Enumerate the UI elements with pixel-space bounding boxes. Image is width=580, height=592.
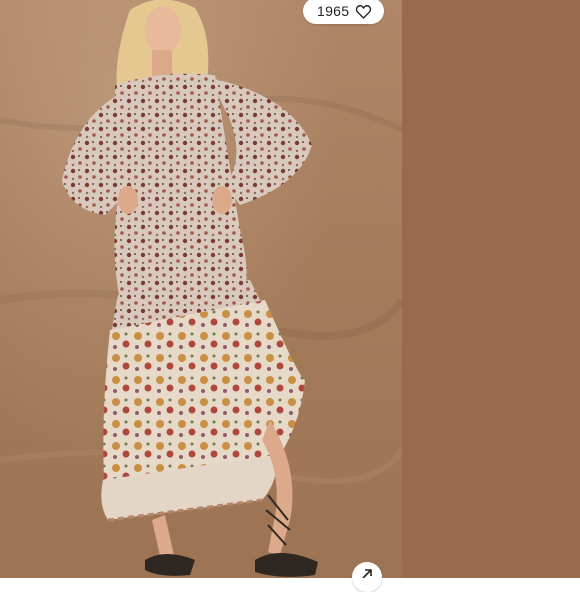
expand-button[interactable] bbox=[352, 562, 382, 592]
product-photo[interactable] bbox=[0, 0, 402, 578]
model-in-dress-illustration bbox=[0, 0, 402, 577]
side-panel bbox=[402, 0, 580, 578]
heart-outline-icon bbox=[356, 4, 372, 19]
like-count: 1965 bbox=[317, 3, 350, 19]
like-button[interactable]: 1965 bbox=[303, 0, 385, 24]
